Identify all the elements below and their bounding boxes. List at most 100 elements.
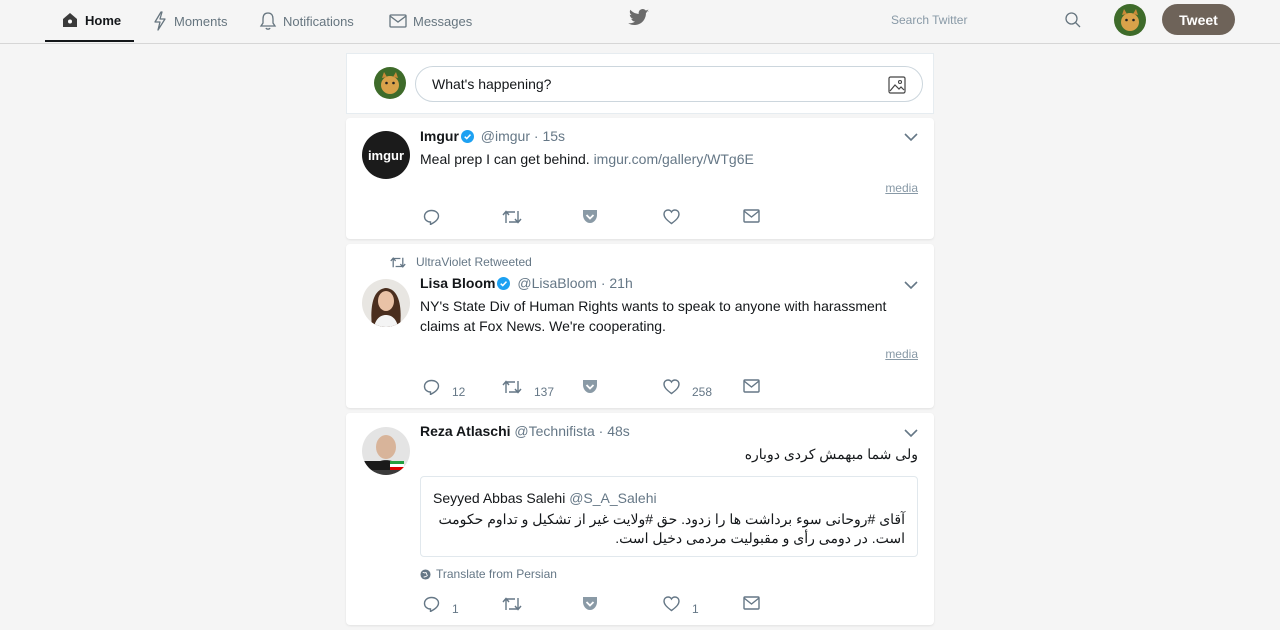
tweet[interactable]: imgur Imgur @imgur · 15s Meal prep I can… bbox=[346, 118, 934, 239]
home-icon bbox=[63, 13, 77, 27]
chevron-down-icon[interactable] bbox=[904, 428, 918, 438]
pocket-icon bbox=[583, 380, 597, 393]
photo-icon[interactable] bbox=[888, 76, 906, 94]
bird-icon bbox=[628, 9, 649, 26]
nav-home-label: Home bbox=[85, 12, 122, 28]
tweet-handle[interactable]: @Technifista bbox=[514, 423, 594, 439]
tweet-author-name[interactable]: Lisa Bloom bbox=[420, 275, 495, 291]
quoted-tweet[interactable]: Seyyed Abbas Salehi @S_A_Salehi آقای #رو… bbox=[420, 476, 918, 557]
tweet-avatar[interactable]: imgur bbox=[362, 131, 410, 179]
like-count: 1 bbox=[692, 602, 699, 616]
dm-icon bbox=[743, 379, 760, 393]
retweet-action[interactable] bbox=[502, 596, 534, 612]
tweet-author-name[interactable]: Imgur bbox=[420, 128, 459, 144]
lightning-icon bbox=[154, 11, 166, 31]
compose-avatar bbox=[374, 67, 406, 99]
tweet-time[interactable]: 21h bbox=[609, 275, 632, 291]
tweet-header: Imgur @imgur · 15s bbox=[420, 128, 565, 144]
svg-text:imgur: imgur bbox=[368, 148, 404, 163]
retweet-icon bbox=[502, 380, 522, 394]
tweet-text: ولی شما مبهمش کردی دوباره bbox=[744, 446, 918, 462]
dm-action[interactable] bbox=[743, 596, 760, 610]
search-icon[interactable] bbox=[1065, 12, 1081, 28]
pocket-action[interactable] bbox=[582, 596, 598, 611]
dm-icon bbox=[743, 209, 760, 223]
nav-home[interactable]: Home bbox=[45, 0, 134, 42]
search-box bbox=[879, 6, 1097, 34]
verified-icon bbox=[497, 277, 511, 290]
heart-icon bbox=[663, 209, 680, 225]
like-action[interactable]: 258 bbox=[663, 379, 712, 399]
retweet-count: 137 bbox=[534, 385, 555, 399]
compose-placeholder: What's happening? bbox=[432, 76, 552, 92]
reply-action[interactable]: 1 bbox=[423, 596, 459, 616]
quoted-text: آقای #روحانی سوء برداشت ها را زدود. حق #… bbox=[438, 511, 905, 546]
pocket-action[interactable] bbox=[582, 379, 598, 394]
like-count: 258 bbox=[692, 385, 713, 399]
separator-dot: · bbox=[533, 128, 539, 144]
tweet-link[interactable]: imgur.com/gallery/WTg6E bbox=[594, 151, 754, 167]
retweeted-by[interactable]: UltraViolet Retweeted bbox=[416, 255, 532, 269]
heart-icon bbox=[663, 379, 680, 395]
quoted-tweet-header: Seyyed Abbas Salehi @S_A_Salehi bbox=[433, 490, 657, 506]
tweet-time[interactable]: 48s bbox=[607, 423, 630, 439]
nav-messages-label: Messages bbox=[413, 13, 473, 29]
reply-count: 12 bbox=[452, 385, 466, 399]
tweet-handle[interactable]: @LisaBloom bbox=[517, 275, 597, 291]
dm-action[interactable] bbox=[743, 379, 760, 393]
chevron-down-icon[interactable] bbox=[904, 280, 918, 290]
retweet-context: UltraViolet Retweeted bbox=[390, 255, 532, 269]
compose-input[interactable]: What's happening? bbox=[415, 66, 923, 102]
twitter-logo[interactable] bbox=[628, 9, 650, 32]
quoted-handle: @S_A_Salehi bbox=[569, 490, 657, 506]
bell-icon bbox=[259, 12, 277, 30]
compose-box: What's happening? bbox=[346, 53, 934, 114]
avatar-image bbox=[1114, 4, 1146, 36]
envelope-icon bbox=[389, 14, 407, 28]
like-action[interactable]: 1 bbox=[663, 596, 699, 616]
tweet-handle[interactable]: @imgur bbox=[481, 128, 530, 144]
tweet-body: Meal prep I can get behind. bbox=[420, 151, 590, 167]
pocket-icon bbox=[583, 597, 597, 610]
tweet[interactable]: UltraViolet Retweeted Lisa Bloom @LisaBl… bbox=[346, 244, 934, 408]
top-navigation: Home Moments Notifications Messages Twee… bbox=[0, 0, 1280, 44]
separator-dot: · bbox=[598, 423, 604, 439]
retweet-icon bbox=[390, 256, 406, 268]
media-link[interactable]: media bbox=[885, 347, 918, 361]
retweet-icon bbox=[502, 210, 522, 224]
reply-action[interactable]: 12 bbox=[423, 379, 465, 399]
reply-icon bbox=[423, 379, 440, 395]
reply-action[interactable] bbox=[423, 209, 452, 225]
tweet-header: Reza Atlaschi @Technifista · 48s bbox=[420, 423, 630, 439]
tweet[interactable]: Reza Atlaschi @Technifista · 48s ولی شما… bbox=[346, 413, 934, 625]
pocket-action[interactable] bbox=[582, 209, 598, 224]
reply-icon bbox=[423, 209, 440, 225]
user-avatar[interactable] bbox=[1114, 4, 1146, 36]
dm-action[interactable] bbox=[743, 209, 760, 223]
quoted-author-name: Seyyed Abbas Salehi bbox=[433, 490, 566, 506]
nav-moments-label: Moments bbox=[174, 13, 228, 29]
nav-messages[interactable]: Messages bbox=[389, 0, 472, 42]
tweet-header: Lisa Bloom @LisaBloom · 21h bbox=[420, 275, 633, 291]
tweet-avatar[interactable] bbox=[362, 279, 410, 327]
tweet-time[interactable]: 15s bbox=[542, 128, 565, 144]
translate-link[interactable]: Translate from Persian bbox=[420, 567, 557, 581]
tweet-author-name[interactable]: Reza Atlaschi bbox=[420, 423, 511, 439]
retweet-icon bbox=[502, 597, 522, 611]
chevron-down-icon[interactable] bbox=[904, 132, 918, 142]
nav-notifications[interactable]: Notifications bbox=[259, 0, 354, 42]
reply-icon bbox=[423, 596, 440, 612]
tweet-avatar[interactable] bbox=[362, 427, 410, 475]
retweet-action[interactable]: 137 bbox=[502, 379, 554, 399]
heart-icon bbox=[663, 596, 680, 612]
reply-count: 1 bbox=[452, 602, 459, 616]
tweet-text: Meal prep I can get behind. imgur.com/ga… bbox=[420, 149, 754, 169]
retweet-action[interactable] bbox=[502, 209, 534, 225]
nav-moments[interactable]: Moments bbox=[152, 0, 227, 42]
verified-icon bbox=[460, 130, 474, 143]
search-input[interactable] bbox=[879, 13, 1054, 27]
like-action[interactable] bbox=[663, 209, 692, 225]
translate-label: Translate from Persian bbox=[436, 567, 557, 581]
tweet-button[interactable]: Tweet bbox=[1162, 4, 1235, 35]
media-link[interactable]: media bbox=[885, 181, 918, 195]
